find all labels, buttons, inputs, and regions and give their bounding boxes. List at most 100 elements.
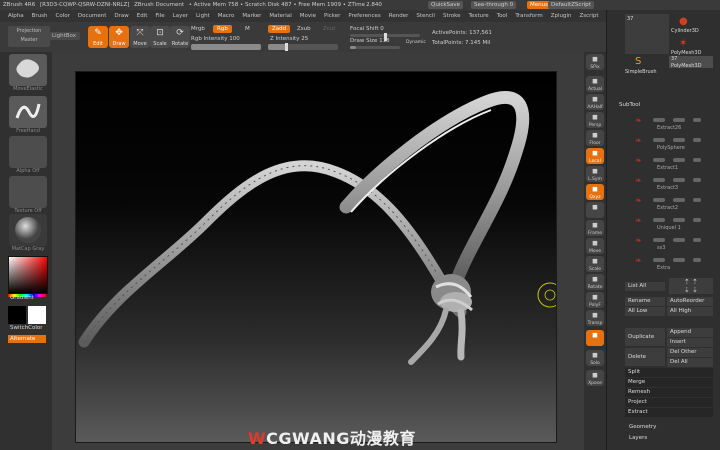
delete-button[interactable]: Delete (625, 348, 665, 366)
move-button[interactable]: ⤧ Move (130, 26, 150, 48)
subtool-polypaint-toggle[interactable] (673, 138, 685, 142)
shelf-button-solo[interactable]: ◼ Solo (586, 350, 604, 366)
default-zscript-button[interactable]: DefaultZScript (548, 1, 594, 9)
zsub-toggle[interactable]: Zsub (297, 26, 311, 32)
subtool-item[interactable]: ❧ PolySphere (627, 134, 717, 154)
subtool-visibility-toggle[interactable] (653, 138, 665, 142)
shelf-button-rotate[interactable]: ◼ Rotate (586, 274, 604, 290)
subtool-eye-toggle[interactable] (693, 138, 701, 142)
projection-master-button[interactable]: Projection Master (8, 26, 50, 47)
viewport-canvas[interactable] (75, 71, 557, 443)
subtool-visibility-toggle[interactable] (653, 258, 665, 262)
menu-macro[interactable]: Macro (218, 10, 235, 22)
scale-button[interactable]: ⊡ Scale (150, 26, 170, 48)
focal-shift-slider[interactable] (350, 33, 420, 41)
menu-brush[interactable]: Brush (32, 10, 48, 22)
split-button[interactable]: Split (625, 368, 713, 377)
all-low-button[interactable]: All Low (625, 307, 665, 316)
extract-button[interactable]: Extract (625, 408, 713, 417)
menu-stroke[interactable]: Stroke (443, 10, 461, 22)
subtool-visibility-toggle[interactable] (653, 198, 665, 202)
shelf-button-xpose[interactable]: ◼ Xpose (586, 370, 604, 386)
rgb-intensity-slider[interactable] (191, 44, 261, 50)
list-all-button[interactable]: List All (625, 282, 665, 291)
subtool-title[interactable]: SubTool (619, 102, 640, 108)
subtool-eye-toggle[interactable] (693, 178, 701, 182)
merge-button[interactable]: Merge (625, 378, 713, 387)
draw-button[interactable]: ✥ Draw (109, 26, 129, 48)
shelf-button-aahalf[interactable]: ◼ AAHalf (586, 94, 604, 110)
shelf-button-floor[interactable]: ◼ Floor (586, 130, 604, 146)
subtool-item[interactable]: ❧ Extract26 (627, 114, 717, 134)
menu-material[interactable]: Material (269, 10, 291, 22)
menu-layer[interactable]: Layer (173, 10, 188, 22)
rename-button[interactable]: Rename (625, 297, 665, 306)
subtool-eye-toggle[interactable] (693, 238, 701, 242)
subtool-item[interactable]: ❧ Extract2 (627, 194, 717, 214)
menu-color[interactable]: Color (56, 10, 70, 22)
shelf-button-persp[interactable]: ◼ Persp (586, 112, 604, 128)
subtool-item[interactable]: ❧ ss3 (627, 234, 717, 254)
shelf-button-lsym[interactable]: ◼ L.Sym (586, 166, 604, 182)
rgb-toggle[interactable]: Rgb (213, 25, 232, 33)
insert-button[interactable]: Insert (667, 338, 713, 347)
subtool-polypaint-toggle[interactable] (673, 198, 685, 202)
edit-button[interactable]: ✎ Edit (88, 26, 108, 48)
mrgb-toggle[interactable]: Mrgb (191, 26, 205, 32)
subtool-visibility-toggle[interactable] (653, 178, 665, 182)
shelf-button-spix[interactable]: ◼ SPix (586, 54, 604, 70)
texture-selector[interactable] (9, 176, 47, 208)
menu-picker[interactable]: Picker (324, 10, 340, 22)
remesh-button[interactable]: Remesh (625, 388, 713, 397)
menu-zscript[interactable]: Zscript (579, 10, 598, 22)
shelf-button-polyf[interactable]: ◼ PolyF (586, 292, 604, 308)
subtool-eye-toggle[interactable] (693, 218, 701, 222)
dynamic-toggle[interactable]: Dynamic (406, 40, 426, 45)
subtool-eye-toggle[interactable] (693, 158, 701, 162)
tool-thumb-simplebrush[interactable]: SimpleBrush (625, 69, 657, 75)
subtool-item[interactable]: ❧ Uniquel 1 (627, 214, 717, 234)
subtool-polypaint-toggle[interactable] (673, 178, 685, 182)
lightbox-button[interactable]: LightBox (48, 32, 80, 40)
arrows-button[interactable]: ⇡ ⇡ ⇣ ⇣ (669, 278, 713, 294)
menu-zplugin[interactable]: Zplugin (551, 10, 572, 22)
tool-thumb-cylinder[interactable]: Cylinder3D (671, 28, 699, 34)
subtool-visibility-toggle[interactable] (653, 218, 665, 222)
zadd-toggle[interactable]: Zadd (268, 25, 291, 33)
switch-color-button[interactable]: SwitchColor (10, 325, 43, 331)
secondary-color-swatch[interactable] (28, 306, 46, 324)
subtool-eye-toggle[interactable] (693, 118, 701, 122)
menu-render[interactable]: Render (389, 10, 409, 22)
menu-movie[interactable]: Movie (300, 10, 316, 22)
subtool-visibility-toggle[interactable] (653, 118, 665, 122)
duplicate-button[interactable]: Duplicate (625, 328, 665, 346)
z-intensity-slider[interactable] (268, 43, 338, 51)
color-picker[interactable] (8, 256, 48, 294)
menu-preferences[interactable]: Preferences (348, 10, 380, 22)
shelf-button-move[interactable]: ◼ Move (586, 238, 604, 254)
menu-file[interactable]: File (155, 10, 164, 22)
shelf-button-qxyz[interactable]: ◼ Qxyz (586, 184, 604, 200)
quicksave-button[interactable]: QuickSave (428, 1, 464, 9)
shelf-button-actual[interactable]: ◼ Actual (586, 76, 604, 92)
subtool-item[interactable]: ❧ Extract1 (627, 154, 717, 174)
menu-light[interactable]: Light (196, 10, 210, 22)
menu-transform[interactable]: Transform (515, 10, 542, 22)
menu-stencil[interactable]: Stencil (416, 10, 435, 22)
menu-texture[interactable]: Texture (469, 10, 489, 22)
material-selector[interactable] (9, 214, 47, 246)
menu-marker[interactable]: Marker (242, 10, 261, 22)
append-button[interactable]: Append (667, 328, 713, 337)
shelf-button-transp[interactable]: ◼ Transp (586, 310, 604, 326)
main-color-swatch[interactable] (8, 306, 26, 324)
project-button[interactable]: Project (625, 398, 713, 407)
menu-document[interactable]: Document (78, 10, 107, 22)
alpha-selector[interactable] (9, 136, 47, 168)
m-toggle[interactable]: M (245, 26, 250, 32)
subtool-polypaint-toggle[interactable] (673, 218, 685, 222)
menu-alpha[interactable]: Alpha (8, 10, 24, 22)
shelf-button-local[interactable]: ◼ Local (586, 148, 604, 164)
gradient-label[interactable]: Gradient (10, 295, 34, 301)
subtool-eye-toggle[interactable] (693, 198, 701, 202)
rotate-button[interactable]: ⟳ Rotate (170, 26, 190, 48)
